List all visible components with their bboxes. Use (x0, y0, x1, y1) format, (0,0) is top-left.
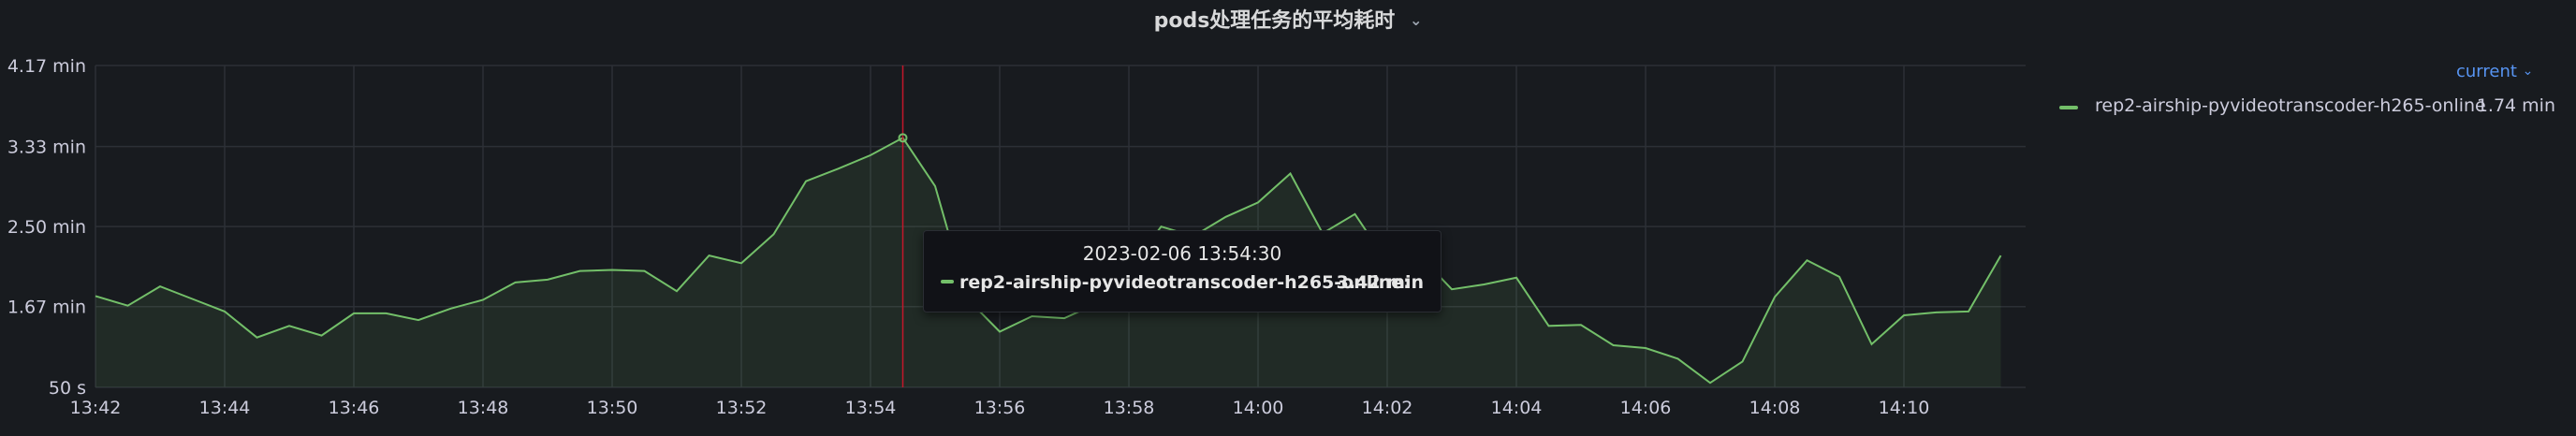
x-tick-label: 14:04 (1491, 398, 1543, 418)
tooltip-time: 2023-02-06 13:54:30 (1082, 242, 1282, 265)
legend-mode-selector[interactable]: current ⌄ (2456, 62, 2533, 81)
legend-color-swatch (2059, 106, 2078, 109)
x-tick-label: 13:52 (716, 398, 768, 418)
hover-tooltip: 2023-02-06 13:54:30 rep2-airship-pyvideo… (923, 230, 1442, 312)
tooltip-value: 3.42 min (1336, 272, 1424, 293)
x-tick-label: 14:00 (1233, 398, 1284, 418)
chevron-down-icon: ⌄ (2522, 64, 2534, 79)
y-axis-ticks: 50 s 1.67 min 2.50 min 3.33 min 4.17 min (7, 56, 86, 399)
y-tick-label: 50 s (49, 378, 86, 399)
x-tick-label: 13:56 (974, 398, 1026, 418)
x-tick-label: 13:44 (199, 398, 251, 418)
x-tick-label: 13:42 (70, 398, 122, 418)
tooltip-color-swatch (941, 280, 954, 283)
x-tick-label: 13:50 (587, 398, 638, 418)
x-tick-label: 14:02 (1362, 398, 1413, 418)
y-tick-label: 1.67 min (7, 298, 86, 318)
x-tick-label: 13:58 (1104, 398, 1155, 418)
x-axis-ticks: 13:42 13:44 13:46 13:48 13:50 13:52 13:54 13:56… (70, 398, 1930, 418)
x-tick-label: 13:48 (458, 398, 509, 418)
graph-panel: pods处理任务的平均耗时 ⌄ 50 s 1.67 min 2.50 min 3.33… (0, 0, 2576, 436)
y-tick-label: 4.17 min (7, 56, 86, 77)
tooltip-row: rep2-airship-pyvideotranscoder-h265-onli… (941, 272, 1424, 293)
x-tick-label: 14:08 (1749, 398, 1801, 418)
legend-series-name: rep2-airship-pyvideotranscoder-h265-onli… (2095, 95, 2486, 116)
x-tick-label: 14:10 (1879, 398, 1930, 418)
legend-item[interactable]: rep2-airship-pyvideotranscoder-h265-onli… (2059, 95, 2555, 120)
legend-mode-label: current (2456, 62, 2517, 81)
x-tick-label: 13:54 (845, 398, 897, 418)
y-tick-label: 3.33 min (7, 138, 86, 158)
legend-series-value: 1.74 min (2476, 95, 2555, 116)
x-tick-label: 13:46 (329, 398, 380, 418)
y-tick-label: 2.50 min (7, 217, 86, 238)
x-tick-label: 14:06 (1620, 398, 1672, 418)
time-series-chart[interactable]: 50 s 1.67 min 2.50 min 3.33 min 4.17 min 13:… (0, 0, 2576, 436)
